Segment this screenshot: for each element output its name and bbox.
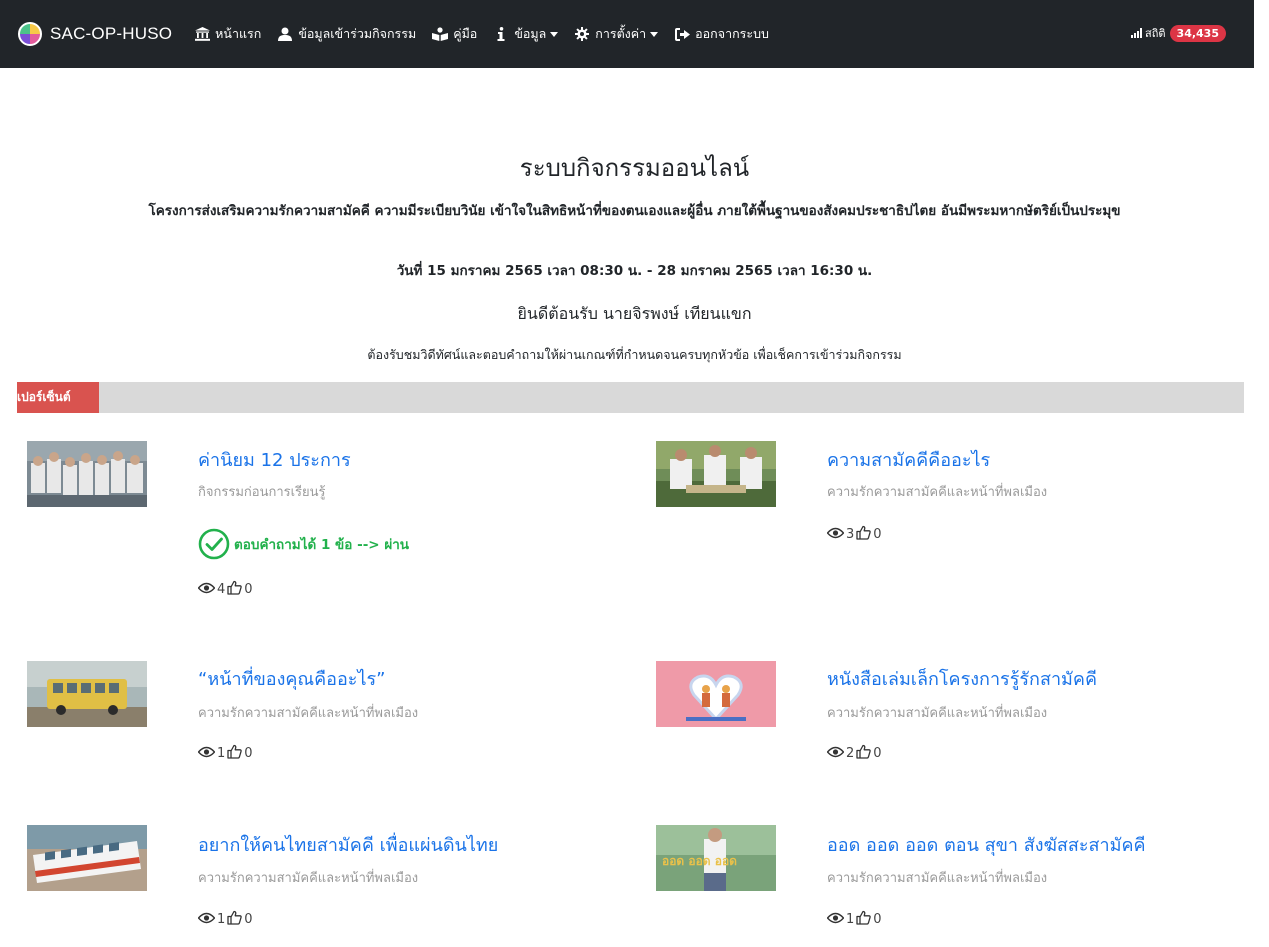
activity-thumbnail[interactable]	[656, 441, 776, 507]
activity-thumbnail[interactable]	[27, 825, 147, 891]
activity-stats: 1 0	[197, 910, 255, 929]
welcome-message: ยินดีต้อนรับ นายจิรพงษ์ เทียนแขก	[517, 304, 752, 323]
chevron-down-icon	[550, 31, 559, 37]
activity-date: วันที่ 15 มกราคม 2565 เวลา 08:30 น. - 28…	[396, 263, 873, 279]
eye-icon	[197, 912, 216, 928]
nav-label-manual: คู่มือ	[453, 26, 478, 41]
chevron-down-icon	[650, 31, 659, 37]
nav-label-logout: ออกจากระบบ	[695, 26, 769, 41]
eye-icon	[826, 912, 845, 928]
activity-thumbnail[interactable]	[27, 661, 147, 727]
gear-icon	[574, 26, 590, 42]
nav-label-settings: การตั้งค่า	[595, 26, 647, 41]
like-count: 0	[244, 746, 253, 761]
thumbs-up-icon[interactable]	[856, 910, 872, 929]
nav-item-participation[interactable]: ข้อมูลเข้าร่วมกิจกรรม	[277, 24, 416, 44]
pass-status: ตอบคำถามได้ 1 ข้อ --> ผ่าน	[198, 528, 409, 560]
activity-title-link[interactable]: ค่านิยม 12 ประการ	[198, 445, 351, 474]
activity-stats: 2 0	[826, 744, 884, 763]
thumbs-up-icon[interactable]	[856, 744, 872, 763]
activity-category: กิจกรรมก่อนการเรียนรู้	[198, 485, 326, 500]
nav-item-manual[interactable]: คู่มือ	[432, 24, 477, 44]
brand-logo-icon	[18, 22, 42, 46]
progress-bar: เปอร์เซ็นต์	[17, 382, 1244, 413]
info-icon	[493, 26, 509, 42]
nav-label-home: หน้าแรก	[215, 26, 262, 41]
view-count: 1	[217, 746, 226, 761]
activity-category: ความรักความสามัคคีและหน้าที่พลเมือง	[198, 871, 419, 886]
stats-badge: 34,435	[1169, 24, 1226, 42]
activity-thumbnail[interactable]	[27, 441, 147, 507]
nav-item-logout[interactable]: ออกจากระบบ	[674, 24, 769, 44]
university-icon	[194, 26, 210, 42]
nav-menu: หน้าแรก ข้อมูลเข้าร่วมกิจกรรม คู่มือ ข้อ…	[194, 24, 785, 44]
check-circle-icon	[198, 528, 230, 560]
stats-label: สถิติ	[1145, 27, 1166, 40]
activity-category: ความรักความสามัคคีและหน้าที่พลเมือง	[827, 871, 1048, 886]
activity-stats: 1 0	[197, 744, 255, 763]
svg-text:ออด ออด ออด: ออด ออด ออด	[662, 854, 737, 868]
signal-icon	[1131, 28, 1143, 38]
view-count: 1	[846, 912, 855, 927]
nav-item-settings[interactable]: การตั้งค่า	[574, 24, 659, 44]
brand-link[interactable]: SAC-OP-HUSO	[18, 22, 172, 46]
top-navbar: SAC-OP-HUSO หน้าแรก ข้อมูลเข้าร่วมกิจกรร…	[0, 0, 1254, 68]
instruction-text: ต้องรับชมวิดีทัศน์และตอบคำถามให้ผ่านเกณฑ…	[367, 347, 902, 362]
thumbs-up-icon[interactable]	[856, 525, 872, 544]
activity-title-link[interactable]: ออด ออด ออด ตอน สุขา สังฆัสสะสามัคคี	[827, 830, 1146, 859]
activity-title-link[interactable]: “หน้าที่ของคุณคืออะไร”	[198, 664, 386, 693]
activity-title-link[interactable]: ความสามัคคีคืออะไร	[827, 445, 990, 474]
thumbs-up-icon[interactable]	[227, 580, 243, 599]
pass-text: ตอบคำถามได้ 1 ข้อ --> ผ่าน	[234, 537, 410, 553]
eye-icon	[197, 582, 216, 598]
eye-icon	[197, 746, 216, 762]
page-title: ระบบกิจกรรมออนไลน์	[519, 154, 750, 182]
brand-name: SAC-OP-HUSO	[50, 24, 173, 43]
progress-fill: เปอร์เซ็นต์	[17, 382, 100, 413]
activity-category: ความรักความสามัคคีและหน้าที่พลเมือง	[827, 485, 1048, 500]
view-count: 1	[217, 912, 226, 927]
activity-stats: 4 0	[197, 580, 255, 599]
project-subtitle: โครงการส่งเสริมความรักความสามัคคี ความมี…	[148, 203, 1121, 219]
like-count: 0	[873, 746, 882, 761]
user-icon	[277, 26, 293, 42]
view-count: 2	[846, 746, 855, 761]
nav-label-participation: ข้อมูลเข้าร่วมกิจกรรม	[298, 26, 417, 41]
nav-item-home[interactable]: หน้าแรก	[194, 24, 261, 44]
progress-label: เปอร์เซ็นต์	[17, 390, 71, 404]
activity-category: ความรักความสามัคคีและหน้าที่พลเมือง	[827, 706, 1048, 721]
like-count: 0	[244, 912, 253, 927]
activity-stats: 1 0	[826, 910, 884, 929]
like-count: 0	[873, 527, 882, 542]
activity-thumbnail[interactable]: ออด ออด ออด	[656, 825, 776, 891]
activity-stats: 3 0	[826, 525, 884, 544]
activity-thumbnail[interactable]	[656, 661, 776, 727]
activity-title-link[interactable]: อยากให้คนไทยสามัคคี เพื่อแผ่นดินไทย	[198, 830, 498, 859]
stats-counter[interactable]: สถิติ 34,435	[1131, 24, 1226, 42]
like-count: 0	[244, 582, 253, 597]
sign-out-icon	[674, 26, 690, 42]
thumbs-up-icon[interactable]	[227, 744, 243, 763]
activity-title-link[interactable]: หนังสือเล่มเล็กโครงการรู้รักสามัคคี	[827, 664, 1097, 693]
book-reader-icon	[432, 26, 449, 42]
view-count: 4	[217, 582, 226, 597]
view-count: 3	[846, 527, 855, 542]
eye-icon	[826, 527, 845, 543]
thumbs-up-icon[interactable]	[227, 910, 243, 929]
nav-label-info: ข้อมูล	[514, 26, 547, 41]
nav-item-info[interactable]: ข้อมูล	[493, 24, 559, 44]
like-count: 0	[873, 912, 882, 927]
activity-category: ความรักความสามัคคีและหน้าที่พลเมือง	[198, 706, 419, 721]
eye-icon	[826, 746, 845, 762]
